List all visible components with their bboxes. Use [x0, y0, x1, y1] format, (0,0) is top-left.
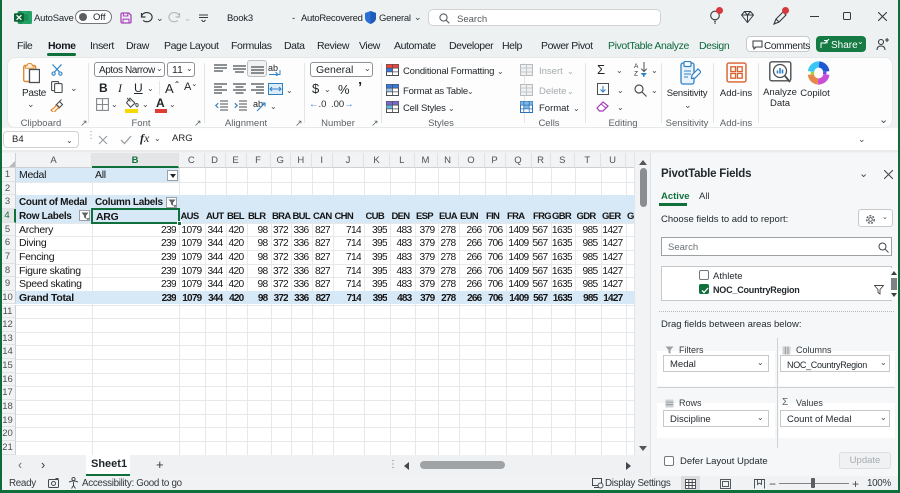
- svg-text:A: A: [634, 63, 639, 70]
- svg-text:ab: ab: [253, 99, 263, 109]
- svg-text:ab: ab: [268, 63, 278, 73]
- svg-text:Z: Z: [634, 71, 638, 78]
